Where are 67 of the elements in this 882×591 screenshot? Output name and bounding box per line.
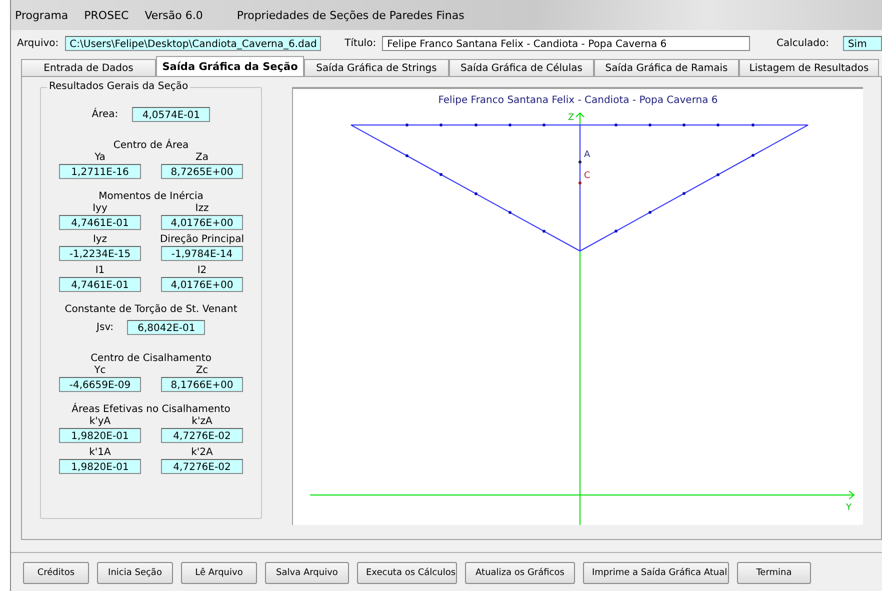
title-field[interactable]: Felipe Franco Santana Felix - Candiota - Popa Caverna 6 (382, 36, 750, 50)
action-button[interactable]: Termina (737, 562, 811, 584)
tab[interactable]: Saída Gráfica de Células (449, 59, 594, 76)
field-label: I1 (95, 264, 105, 277)
field-label: k'yA (89, 415, 111, 428)
field-label: k'2A (191, 446, 213, 459)
value-field: 8,1766E+00 (161, 377, 243, 392)
file-label: Arquivo: (17, 38, 59, 48)
value-field: -1,9784E-14 (161, 246, 243, 261)
value-field: 4,0176E+00 (161, 215, 243, 230)
action-button[interactable]: Lê Arquivo (181, 562, 257, 584)
field-label: Za (196, 151, 208, 164)
value-field: -4,6659E-09 (59, 377, 141, 392)
title-text: Propriedades de Seções de Paredes Finas (236, 8, 464, 22)
point-label: C (584, 171, 590, 181)
axis-label: Y (846, 503, 852, 513)
field-label: Iyy (92, 202, 108, 215)
tab[interactable]: Listagem de Resultados (739, 59, 879, 76)
value-field: 4,0176E+00 (161, 277, 243, 292)
tab[interactable]: Saída Gráfica de Strings (304, 59, 449, 76)
title-text: Versão 6.0 (144, 8, 203, 22)
tab[interactable]: Entrada de Dados (21, 59, 156, 76)
title-text: PROSEC (84, 8, 129, 22)
field-label: Ya (94, 151, 106, 164)
title-text: Programa (15, 8, 68, 22)
value-field: 8,7265E+00 (161, 164, 243, 179)
field-label: Área: (92, 109, 118, 120)
tab[interactable]: Saída Gráfica da Seção (156, 56, 304, 76)
value-field: 4,7461E-01 (59, 277, 141, 292)
point-label: A (584, 150, 590, 160)
action-button[interactable]: Créditos (23, 562, 89, 584)
field-label: k'zA (192, 415, 212, 428)
section-heading: Momentos de Inércia (98, 191, 204, 202)
action-button[interactable]: Atualiza os Gráficos (465, 562, 575, 584)
value-field: 1,9820E-01 (59, 428, 141, 443)
field-label: Zc (196, 364, 208, 377)
section-heading: Áreas Efetivas no Cisalhamento (72, 404, 230, 415)
field-label: k'1A (89, 446, 111, 459)
title-label: Título: (344, 38, 376, 48)
section-heading: Centro de Área (113, 140, 189, 151)
plot-title: Felipe Franco Santana Felix - Candiota - Popa Caverna 6 (438, 95, 718, 106)
field-label: I2 (197, 264, 207, 277)
section-heading: Centro de Cisalhamento (90, 353, 212, 364)
tab[interactable]: Saída Gráfica de Ramais (594, 59, 739, 76)
value-field: 1,2711E-16 (59, 164, 141, 179)
value-field: 4,0574E-01 (132, 107, 210, 122)
value-field: 4,7461E-01 (59, 215, 141, 230)
field-label: Jsv: (96, 322, 114, 333)
value-field: -1,2234E-15 (59, 246, 141, 261)
group-title: Resultados Gerais da Seção (47, 81, 190, 92)
field-label: Yc (94, 364, 106, 377)
calculated-label: Calculado: (776, 38, 829, 48)
action-button[interactable]: Salva Arquivo (265, 562, 349, 584)
section-heading: Constante de Torção de St. Venant (64, 304, 238, 315)
action-button[interactable]: Imprime a Saída Gráfica Atual (583, 562, 729, 584)
field-label: Izz (195, 202, 209, 215)
axis-label: Z (568, 113, 574, 123)
action-button[interactable]: Inicia Seção (97, 562, 173, 584)
file-field[interactable]: C:\Users\Felipe\Desktop\Candiota_Caverna_6.dad (64, 36, 321, 50)
action-button[interactable]: Executa os Cálculos (357, 562, 457, 584)
value-field: 4,7276E-02 (161, 428, 243, 443)
calculated-field: Sim (842, 36, 882, 50)
value-field: 1,9820E-01 (59, 459, 141, 474)
value-field: 4,7276E-02 (161, 459, 243, 474)
value-field: 6,8042E-01 (127, 320, 206, 335)
field-label: Iyz (92, 233, 108, 246)
field-label: Direção Principal (160, 233, 244, 246)
